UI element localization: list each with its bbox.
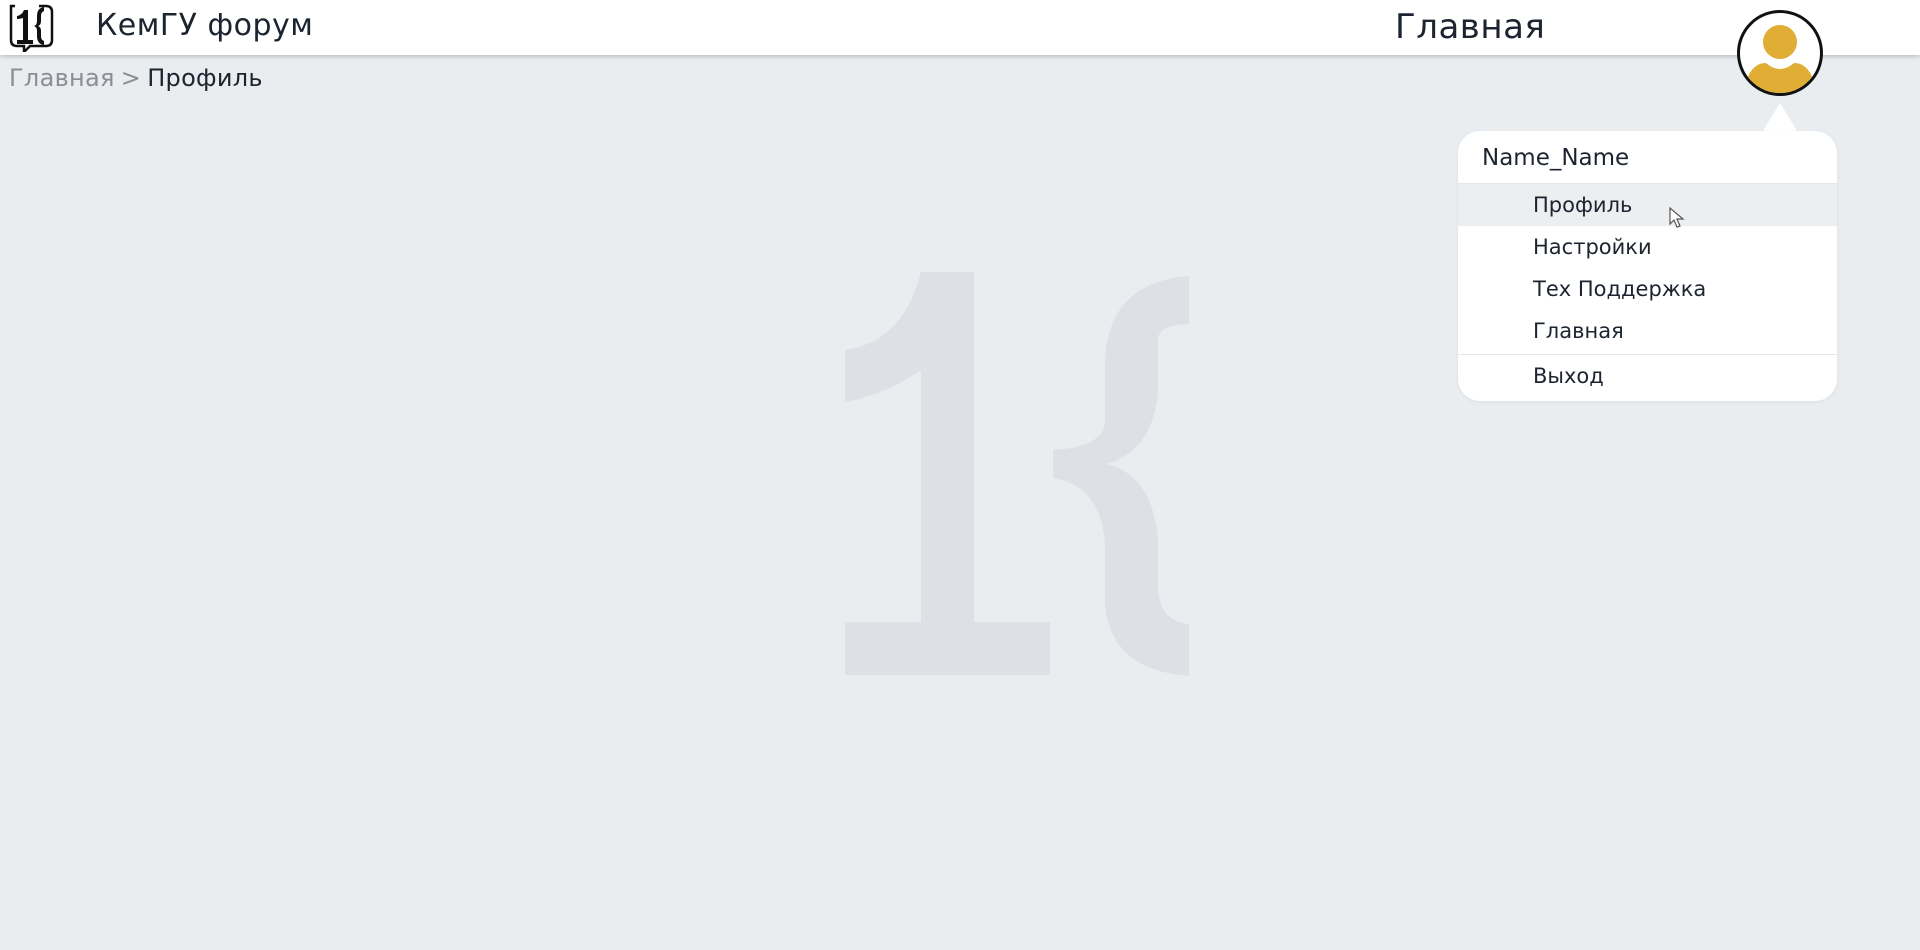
breadcrumb-current: Профиль [147, 64, 263, 92]
menu-item-settings[interactable]: Настройки [1458, 226, 1837, 268]
menu-item-profile[interactable]: Профиль [1458, 184, 1837, 226]
site-title[interactable]: КемГУ форум [96, 8, 313, 43]
breadcrumb: Главная > Профиль [9, 64, 263, 92]
breadcrumb-home-link[interactable]: Главная [9, 64, 115, 92]
user-avatar-icon[interactable] [1737, 10, 1823, 96]
dropdown-pointer [1763, 103, 1797, 131]
menu-item-support[interactable]: Тех Поддержка [1458, 268, 1837, 310]
logo-icon[interactable] [8, 2, 56, 56]
dropdown-username: Name_Name [1482, 145, 1630, 171]
menu-item-home[interactable]: Главная [1458, 310, 1837, 352]
user-dropdown-menu: Name_Name Профиль Настройки Тех Поддержк… [1458, 131, 1837, 401]
menu-item-logout[interactable]: Выход [1458, 355, 1837, 397]
page-title: Главная [1395, 7, 1546, 47]
mouse-pointer-icon [1669, 206, 1689, 229]
top-bar: КемГУ форум Главная [0, 0, 1920, 56]
watermark-logo-icon [845, 272, 1190, 677]
breadcrumb-separator: > [120, 64, 142, 92]
